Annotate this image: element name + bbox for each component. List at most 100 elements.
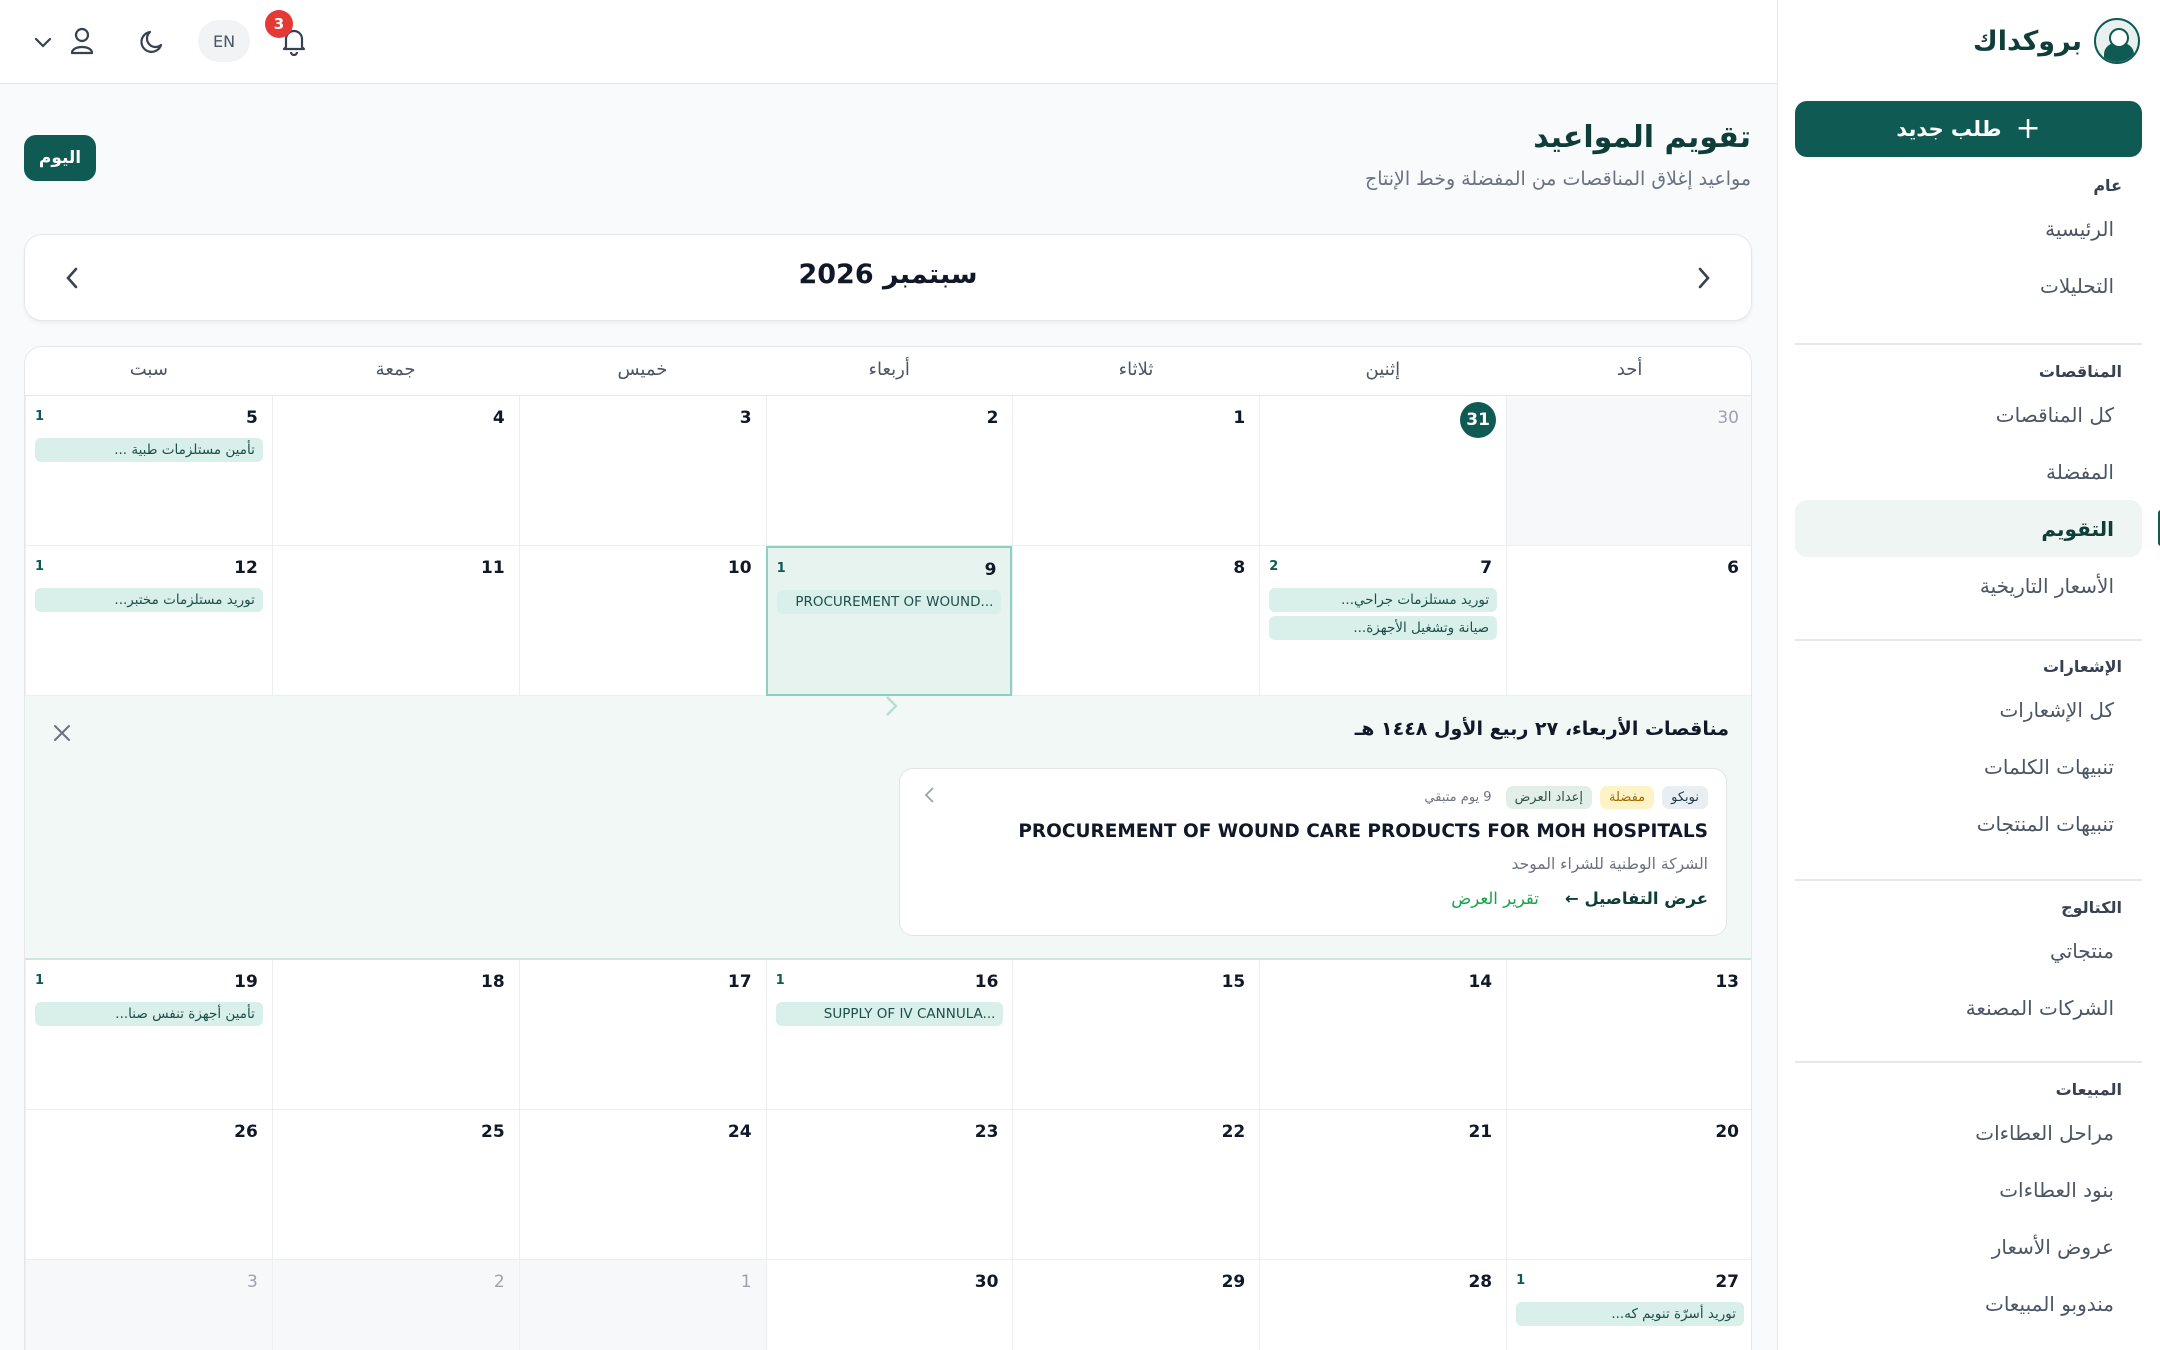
event-count: 2 [1269, 559, 1279, 574]
calendar-day-cell[interactable]: 20 [1506, 1110, 1751, 1260]
calendar-day-cell[interactable]: 3 [25, 1260, 272, 1350]
calendar-event-chip[interactable]: PROCUREMENT OF WOUND... [776, 590, 1002, 614]
day-number: 2 [986, 408, 999, 428]
sidebar-item-favorites[interactable]: المفضلة [1795, 443, 2142, 500]
tender-title[interactable]: PROCUREMENT OF WOUND CARE PRODUCTS FOR M… [1018, 821, 1708, 842]
calendar-day-cell[interactable]: 1 [518, 1260, 766, 1350]
calendar-day-cell[interactable]: 18 [271, 960, 519, 1110]
notification-count-badge: 3 [265, 10, 293, 38]
close-icon[interactable] [51, 722, 73, 744]
calendar-day-cell[interactable]: 28 [1259, 1260, 1506, 1350]
calendar-event-chip[interactable]: توريد مستلزمات جراحي... [1269, 588, 1498, 612]
weekday-label: جمعة [375, 359, 416, 380]
event-count: 1 [35, 973, 45, 988]
sidebar-item-sales-reps[interactable]: مندوبو المبيعات [1795, 1275, 2142, 1332]
nav-heading: الإشعارات [2043, 657, 2122, 676]
calendar-day-cell[interactable]: 2 [271, 1260, 519, 1350]
calendar-event-chip[interactable]: توريد مستلزمات مختبر... [35, 588, 263, 612]
day-number: 20 [1715, 1122, 1739, 1142]
calendar-event-chip[interactable]: تأمين مستلزمات طبية ... [35, 438, 263, 462]
day-number: 21 [1468, 1122, 1493, 1142]
sidebar-item-home[interactable]: الرئيسية [1795, 200, 2142, 257]
calendar-event-chip[interactable]: توريد أسرّة تنويم كه... [1516, 1302, 1744, 1326]
sidebar-item-analytics[interactable]: التحليلات [1795, 257, 2142, 314]
calendar-day-cell[interactable]: 25 [271, 1110, 519, 1260]
sidebar-item-product-alerts[interactable]: تنبيهات المنتجات [1795, 795, 2142, 852]
prev-month-arrow-icon[interactable] [1687, 261, 1721, 295]
sidebar-item-calendar[interactable]: التقويم [1795, 500, 2160, 557]
calendar-event-chip[interactable]: SUPPLY OF IV CANNULA... [775, 1002, 1004, 1026]
calendar-day-cell[interactable]: 17 [518, 960, 766, 1110]
new-request-button[interactable]: + طلب جديد [1795, 101, 2142, 157]
sidebar-item-all-notifications[interactable]: كل الإشعارات [1795, 681, 2142, 738]
day-number: 7 [1480, 558, 1493, 578]
sidebar-item-manufacturers[interactable]: الشركات المصنعة [1795, 979, 2142, 1036]
calendar-day-cell[interactable]: 30 [765, 1260, 1013, 1350]
chevron-down-icon[interactable] [30, 26, 56, 58]
page-subtitle: مواعيد إغلاق المناقصات من المفضلة وخط ال… [1364, 168, 1751, 190]
nav-heading: المبيعات [2055, 1080, 2122, 1099]
view-details-link[interactable]: عرض التفاصيل ← [1565, 889, 1708, 908]
day-number: 1 [740, 1272, 752, 1292]
sidebar-item-quotations[interactable]: عروض الأسعار [1795, 1218, 2142, 1275]
calendar-day-cell[interactable]: 29 [1012, 1260, 1259, 1350]
sidebar-item-bid-items[interactable]: بنود العطاءات [1795, 1161, 2142, 1218]
sidebar-item-my-products[interactable]: منتجاتي [1795, 922, 2142, 979]
language-toggle[interactable]: EN [198, 20, 250, 62]
calendar-day-cell[interactable]: 21 [1259, 1110, 1507, 1260]
calendar-day-cell[interactable]: 2 [765, 396, 1013, 546]
calendar-day-cell[interactable]: 19 1 تأمين أجهزة تنفس صنا... [25, 960, 272, 1110]
day-number: 26 [234, 1122, 258, 1142]
calendar-day-cell[interactable]: 5 1 تأمين مستلزمات طبية ... [25, 396, 272, 546]
calendar-event-chip[interactable]: تأمين أجهزة تنفس صنا... [35, 1002, 263, 1026]
tender-tags: نوبكو مفضلة إعداد العرض 9 يوم متبقي [1424, 786, 1708, 809]
calendar-day-cell[interactable]: 9 1 PROCUREMENT OF WOUND... [765, 546, 1013, 696]
calendar-day-cell[interactable]: 23 [765, 1110, 1013, 1260]
calendar-day-cell[interactable]: 15 [1012, 960, 1260, 1110]
expanded-day-panel: مناقصات الأربعاء، ٢٧ ربيع الأول ١٤٤٨ هـ … [25, 694, 1751, 960]
sidebar-item-historical-prices[interactable]: الأسعار التاريخية [1795, 557, 2142, 614]
calendar-day-cell[interactable]: 4 [271, 396, 519, 546]
tender-card[interactable]: نوبكو مفضلة إعداد العرض 9 يوم متبقي PROC… [899, 768, 1727, 936]
sidebar-item-all-tenders[interactable]: كل المناقصات [1795, 386, 2142, 443]
calendar-day-cell[interactable]: 10 [518, 546, 766, 696]
calendar-day-cell[interactable]: 1 [1012, 396, 1260, 546]
day-number: 27 [1715, 1272, 1739, 1292]
day-number: 10 [727, 558, 752, 578]
event-count: 1 [35, 559, 45, 574]
calendar-day-cell[interactable]: 31 [1259, 396, 1507, 546]
calendar-day-cell[interactable]: 12 1 توريد مستلزمات مختبر... [25, 546, 272, 696]
calendar-day-cell[interactable]: 27 1 توريد أسرّة تنويم كه... [1506, 1260, 1751, 1350]
sidebar-item-keyword-alerts[interactable]: تنبيهات الكلمات [1795, 738, 2142, 795]
calendar-day-cell[interactable]: 22 [1012, 1110, 1260, 1260]
calendar-day-cell[interactable]: 30 [1506, 396, 1751, 546]
weekday-label: أحد [1616, 359, 1643, 380]
day-number: 14 [1468, 972, 1493, 992]
day-number: 22 [1221, 1122, 1246, 1142]
chevron-left-icon[interactable] [920, 785, 940, 805]
event-count: 1 [35, 409, 45, 424]
day-number: 3 [247, 1272, 258, 1292]
calendar-day-cell[interactable]: 14 [1259, 960, 1507, 1110]
calendar-day-cell[interactable]: 6 [1506, 546, 1751, 696]
today-button[interactable]: اليوم [24, 135, 96, 181]
sidebar-item-bid-stages[interactable]: مراحل العطاءات [1795, 1104, 2142, 1161]
calendar-day-cell[interactable]: 3 [518, 396, 766, 546]
topbar: EN 3 [0, 0, 1777, 84]
calendar-day-cell[interactable]: 11 [271, 546, 519, 696]
caret-right-icon [879, 694, 903, 718]
user-icon[interactable] [66, 20, 98, 62]
day-number: 17 [727, 972, 752, 992]
calendar-day-cell[interactable]: 13 [1506, 960, 1751, 1110]
dark-mode-moon-icon[interactable] [136, 20, 170, 62]
calendar-day-cell[interactable]: 26 [25, 1110, 272, 1260]
brand[interactable]: بروكداك [1973, 18, 2140, 64]
day-number: 3 [739, 408, 752, 428]
calendar-event-chip[interactable]: صيانة وتشغيل الأجهزة... [1269, 616, 1498, 640]
calendar-day-cell[interactable]: 16 1 SUPPLY OF IV CANNULA... [765, 960, 1013, 1110]
calendar-day-cell[interactable]: 7 2 توريد مستلزمات جراحي... صيانة وتشغيل ال… [1259, 546, 1507, 696]
calendar-day-cell[interactable]: 8 [1012, 546, 1260, 696]
calendar-day-cell[interactable]: 24 [518, 1110, 766, 1260]
bid-report-link[interactable]: تقرير العرض [1451, 889, 1539, 908]
plus-icon: + [2015, 111, 2041, 146]
